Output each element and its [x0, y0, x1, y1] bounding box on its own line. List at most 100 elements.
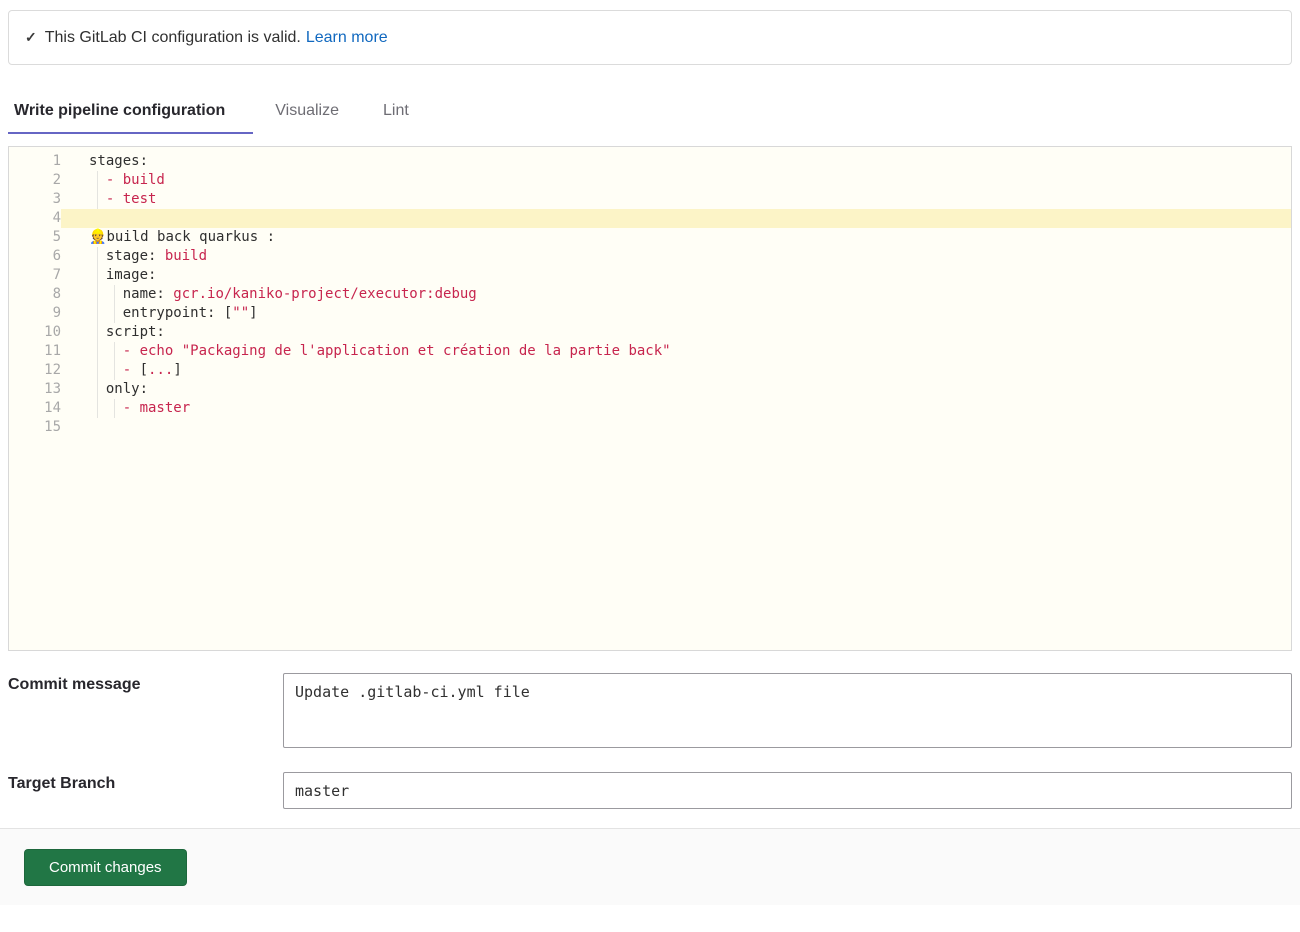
indent-guide	[97, 266, 98, 285]
line-number: 8	[9, 285, 61, 304]
code-line-15[interactable]: 15	[9, 418, 1291, 437]
code-token: - master	[123, 400, 190, 416]
code-token: - build	[106, 172, 165, 188]
check-icon: ✓	[25, 28, 37, 47]
learn-more-link[interactable]: Learn more	[306, 28, 388, 47]
code-token: ...	[148, 362, 173, 378]
code-line-5[interactable]: 5👷build back quarkus :	[9, 228, 1291, 247]
line-content: - master	[61, 399, 1291, 418]
indent-guide	[97, 380, 98, 399]
code-token: image:	[89, 267, 156, 283]
commit-footer: Commit changes	[0, 828, 1300, 905]
code-token: entrypoint: [	[89, 305, 232, 321]
code-token: build back quarkus :	[106, 229, 275, 245]
code-token	[89, 362, 123, 378]
code-token: [	[140, 362, 148, 378]
line-number: 11	[9, 342, 61, 361]
line-content: name: gcr.io/kaniko-project/executor:deb…	[61, 285, 1291, 304]
code-line-13[interactable]: 13 only:	[9, 380, 1291, 399]
indent-guide	[114, 399, 115, 418]
line-content: script:	[61, 323, 1291, 342]
code-token: ""	[232, 305, 249, 321]
ci-editor[interactable]: 1stages:2 - build3 - test45👷build back q…	[8, 146, 1292, 651]
line-number: 7	[9, 266, 61, 285]
indent-guide	[97, 247, 98, 266]
line-content: stages:	[61, 152, 1291, 171]
code-line-12[interactable]: 12 - [...]	[9, 361, 1291, 380]
target-branch-row: Target Branch	[8, 772, 1292, 809]
indent-guide	[97, 285, 98, 304]
code-line-6[interactable]: 6 stage: build	[9, 247, 1291, 266]
code-line-11[interactable]: 11 - echo "Packaging de l'application et…	[9, 342, 1291, 361]
code-line-10[interactable]: 10 script:	[9, 323, 1291, 342]
code-line-7[interactable]: 7 image:	[9, 266, 1291, 285]
line-number: 5	[9, 228, 61, 247]
line-number: 13	[9, 380, 61, 399]
target-branch-input[interactable]	[283, 772, 1292, 809]
code-token: -	[123, 362, 140, 378]
job-emoji: 👷	[89, 229, 106, 245]
code-token: - test	[106, 191, 157, 207]
indent-guide	[97, 399, 98, 418]
code-token: build	[165, 248, 207, 264]
tab-lint[interactable]: Lint	[361, 93, 431, 134]
code-token: stage:	[89, 248, 165, 264]
code-line-1[interactable]: 1 stages:	[9, 152, 1291, 171]
code-token: script:	[89, 324, 165, 340]
line-content: stage: build	[61, 247, 1291, 266]
code-line-14[interactable]: 14 - master	[9, 399, 1291, 418]
line-number: 15	[9, 418, 61, 437]
line-content: - [...]	[61, 361, 1291, 380]
line-number: 14	[9, 399, 61, 418]
commit-message-input[interactable]: Update .gitlab-ci.yml file	[283, 673, 1292, 748]
line-content: - build	[61, 171, 1291, 190]
code-line-3[interactable]: 3 - test	[9, 190, 1291, 209]
indent-guide	[114, 285, 115, 304]
line-number: 4	[9, 209, 61, 228]
indent-guide	[97, 361, 98, 380]
indent-guide	[97, 171, 98, 190]
line-number: 10	[9, 323, 61, 342]
indent-guide	[114, 361, 115, 380]
line-number: 9	[9, 304, 61, 323]
active-line-content	[61, 209, 1291, 228]
code-token: ]	[173, 362, 181, 378]
code-line-2[interactable]: 2 - build	[9, 171, 1291, 190]
indent-guide	[97, 342, 98, 361]
line-content: image:	[61, 266, 1291, 285]
target-branch-label: Target Branch	[8, 772, 283, 793]
line-content	[61, 418, 1291, 437]
line-number: 3	[9, 190, 61, 209]
line-number: 1	[9, 152, 61, 171]
code-token: gcr.io/kaniko-project/executor:debug	[173, 286, 476, 302]
code-line-9[interactable]: 9 entrypoint: [""]	[9, 304, 1291, 323]
code-line-8[interactable]: 8 name: gcr.io/kaniko-project/executor:d…	[9, 285, 1291, 304]
commit-changes-button[interactable]: Commit changes	[24, 849, 187, 886]
tab-write-pipeline-configuration[interactable]: Write pipeline configuration	[8, 93, 253, 134]
line-number: 12	[9, 361, 61, 380]
indent-guide	[114, 304, 115, 323]
indent-guide	[114, 342, 115, 361]
line-content: 👷build back quarkus :	[61, 228, 1291, 247]
commit-message-label: Commit message	[8, 673, 283, 694]
indent-guide	[97, 323, 98, 342]
line-content: - test	[61, 190, 1291, 209]
line-number: 6	[9, 247, 61, 266]
tab-visualize[interactable]: Visualize	[253, 93, 361, 134]
validation-banner: ✓ This GitLab CI configuration is valid.…	[8, 10, 1292, 65]
line-number: 2	[9, 171, 61, 190]
code-token: name:	[89, 286, 173, 302]
indent-guide	[97, 190, 98, 209]
code-line-4[interactable]: 4	[9, 209, 1291, 228]
line-content: only:	[61, 380, 1291, 399]
code-token	[89, 400, 123, 416]
code-token: stages:	[89, 153, 148, 169]
indent-guide	[97, 304, 98, 323]
code-token	[89, 343, 123, 359]
banner-message: This GitLab CI configuration is valid.	[45, 28, 301, 47]
line-content: - echo "Packaging de l'application et cr…	[61, 342, 1291, 361]
line-content: entrypoint: [""]	[61, 304, 1291, 323]
commit-message-row: Commit message Update .gitlab-ci.yml fil…	[8, 673, 1292, 748]
code-token: - echo "Packaging de l'application et cr…	[123, 343, 671, 359]
tab-bar: Write pipeline configuration Visualize L…	[8, 93, 1292, 134]
